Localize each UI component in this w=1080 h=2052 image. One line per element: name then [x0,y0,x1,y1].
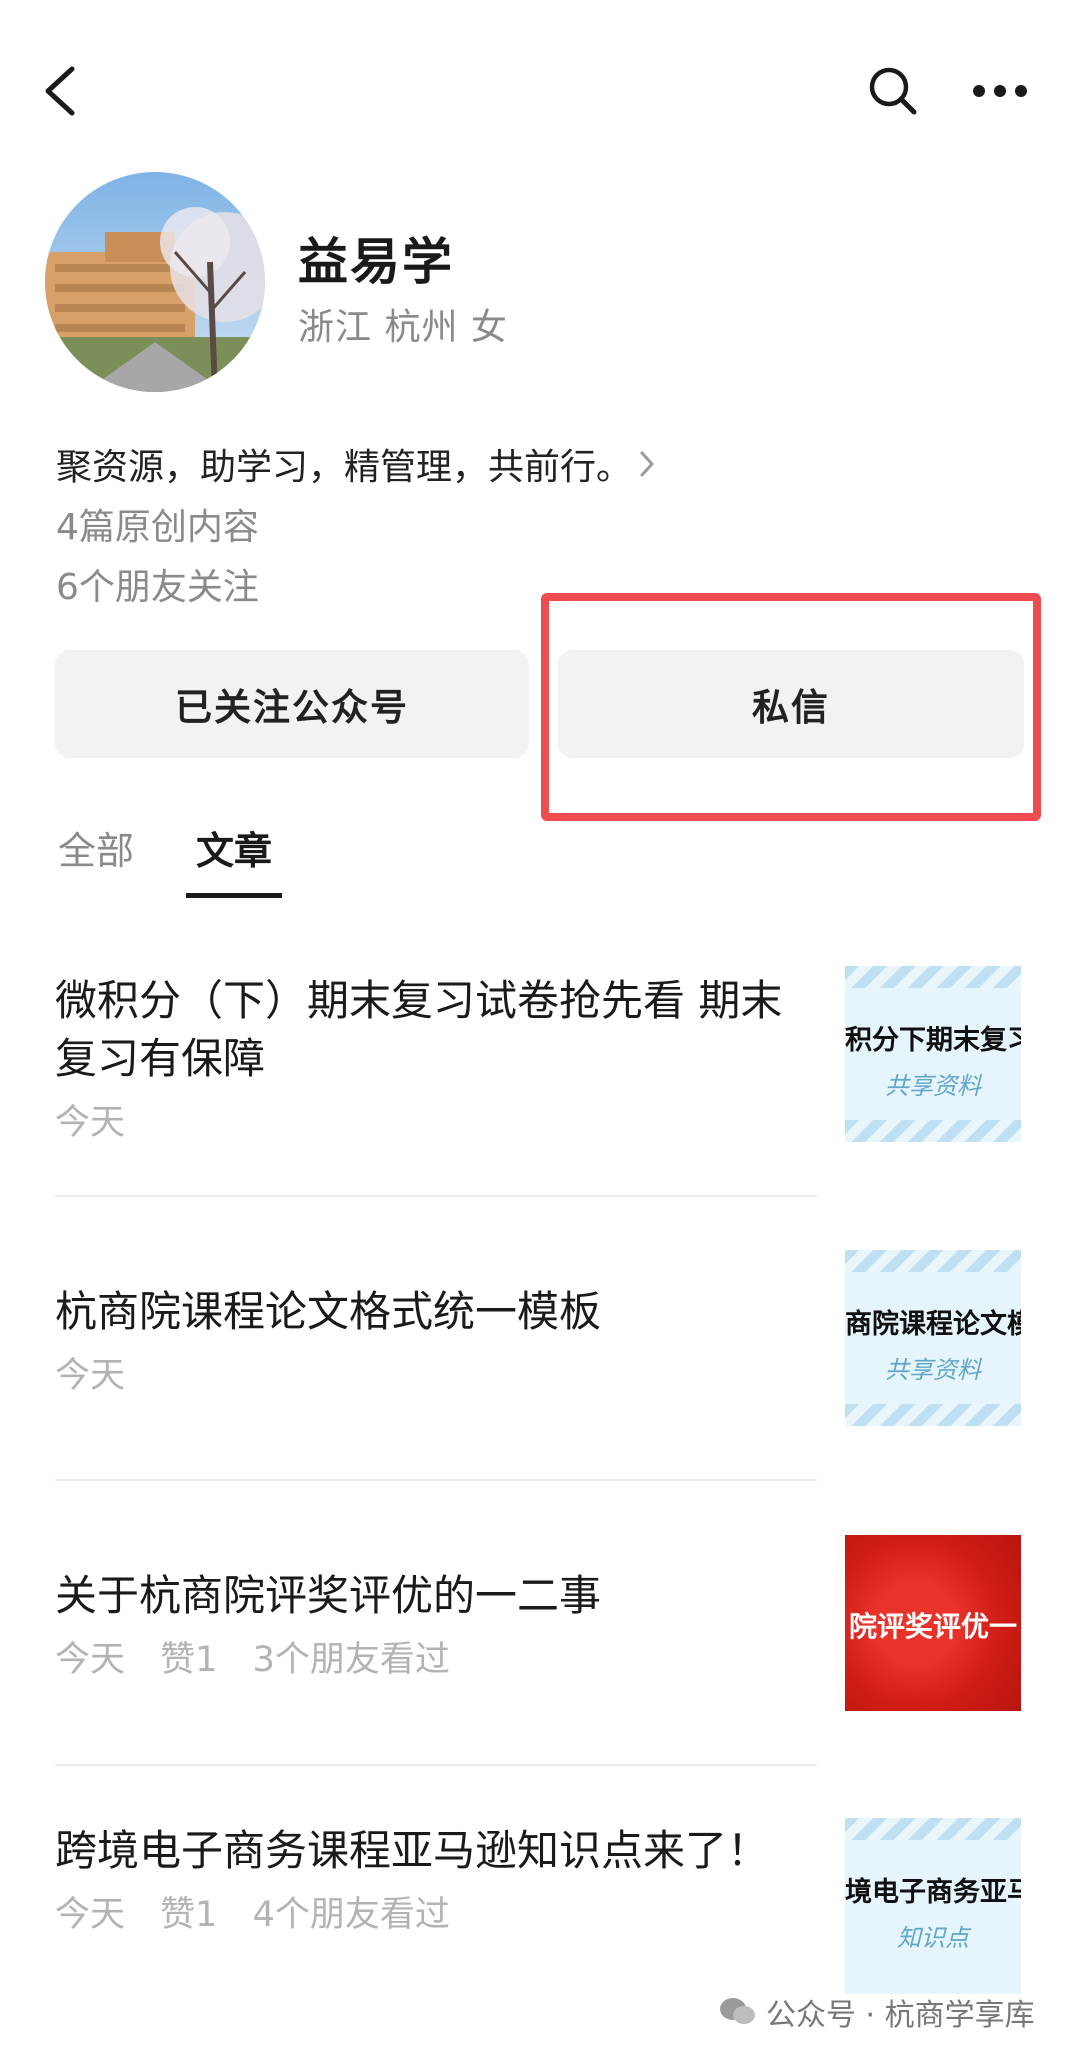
thumb-stripe [845,1250,1021,1272]
account-location-gender: 浙江 杭州 女 [298,307,508,348]
thumbnail-subtitle: 共享资料 [885,1356,981,1384]
article-date: 今天 [55,1640,126,1680]
tab-articles[interactable]: 文章 [186,820,283,898]
more-button[interactable] [960,56,1040,126]
wechat-icon [720,1998,755,2024]
article-thumbnail[interactable]: 境电子商务亚马 知识点 [845,1818,1021,1994]
chevron-left-icon [45,66,75,116]
watermark-text: 公众号 · 杭商学享库 [766,1998,1035,2033]
thumb-stripe [845,1818,1021,1840]
thumb-stripe [845,966,1021,988]
search-button[interactable] [858,56,928,126]
thumb-stripe [845,1120,1021,1142]
article-likes: 赞1 [160,1895,218,1935]
divider [55,1195,817,1197]
content-tabs: 全部 文章 [58,820,334,898]
chevron-right-icon [638,449,656,479]
article-likes: 赞1 [160,1640,218,1680]
article-date: 今天 [55,1103,126,1143]
article-thumbnail[interactable]: 积分下期末复习 共享资料 [845,966,1021,1142]
divider [55,1764,817,1766]
thumbnail-title: 境电子商务亚马 [845,1877,1021,1908]
avatar[interactable] [45,172,265,392]
top-bar [0,0,1080,180]
divider [55,1479,817,1481]
followed-button[interactable]: 已关注公众号 [55,650,529,758]
original-content-count[interactable]: 4篇原创内容 [56,498,259,550]
article-title: 跨境电子商务课程亚马逊知识点来了！ [55,1826,770,1875]
search-icon [869,67,917,115]
back-button[interactable] [30,56,90,126]
more-horizontal-icon [973,85,1027,97]
watermark: 公众号 · 杭商学享库 [718,1990,1035,2034]
thumb-stripe [845,1404,1021,1426]
tab-all[interactable]: 全部 [58,820,134,890]
article-friend-views: 4个朋友看过 [252,1895,450,1935]
article-friend-views: 3个朋友看过 [252,1640,450,1680]
highlight-box [541,593,1041,821]
article-thumbnail[interactable]: 商院课程论文模 共享资料 [845,1250,1021,1426]
thumbnail-title: 商院课程论文模 [845,1309,1021,1340]
friends-following-count[interactable]: 6个朋友关注 [56,558,259,610]
avatar-image [45,172,265,392]
article-thumbnail[interactable]: 院评奖评优一 [845,1535,1021,1711]
article-title: 微积分（下）期末复习试卷抢先看 期末复习有保障 [55,976,783,1083]
thumbnail-title: 院评奖评优一 [848,1610,1017,1643]
article-date: 今天 [55,1895,126,1935]
account-bio[interactable]: 聚资源，助学习，精管理，共前行。 [56,438,656,490]
article-date: 今天 [55,1356,126,1396]
thumbnail-subtitle: 共享资料 [885,1072,981,1100]
account-name: 益易学 [298,233,454,291]
article-title: 关于杭商院评奖评优的一二事 [55,1571,602,1620]
article-title: 杭商院课程论文格式统一模板 [55,1287,602,1336]
thumbnail-subtitle: 知识点 [897,1924,969,1952]
thumbnail-title: 积分下期末复习 [845,1025,1021,1056]
bio-text: 聚资源，助学习，精管理，共前行。 [56,447,633,488]
